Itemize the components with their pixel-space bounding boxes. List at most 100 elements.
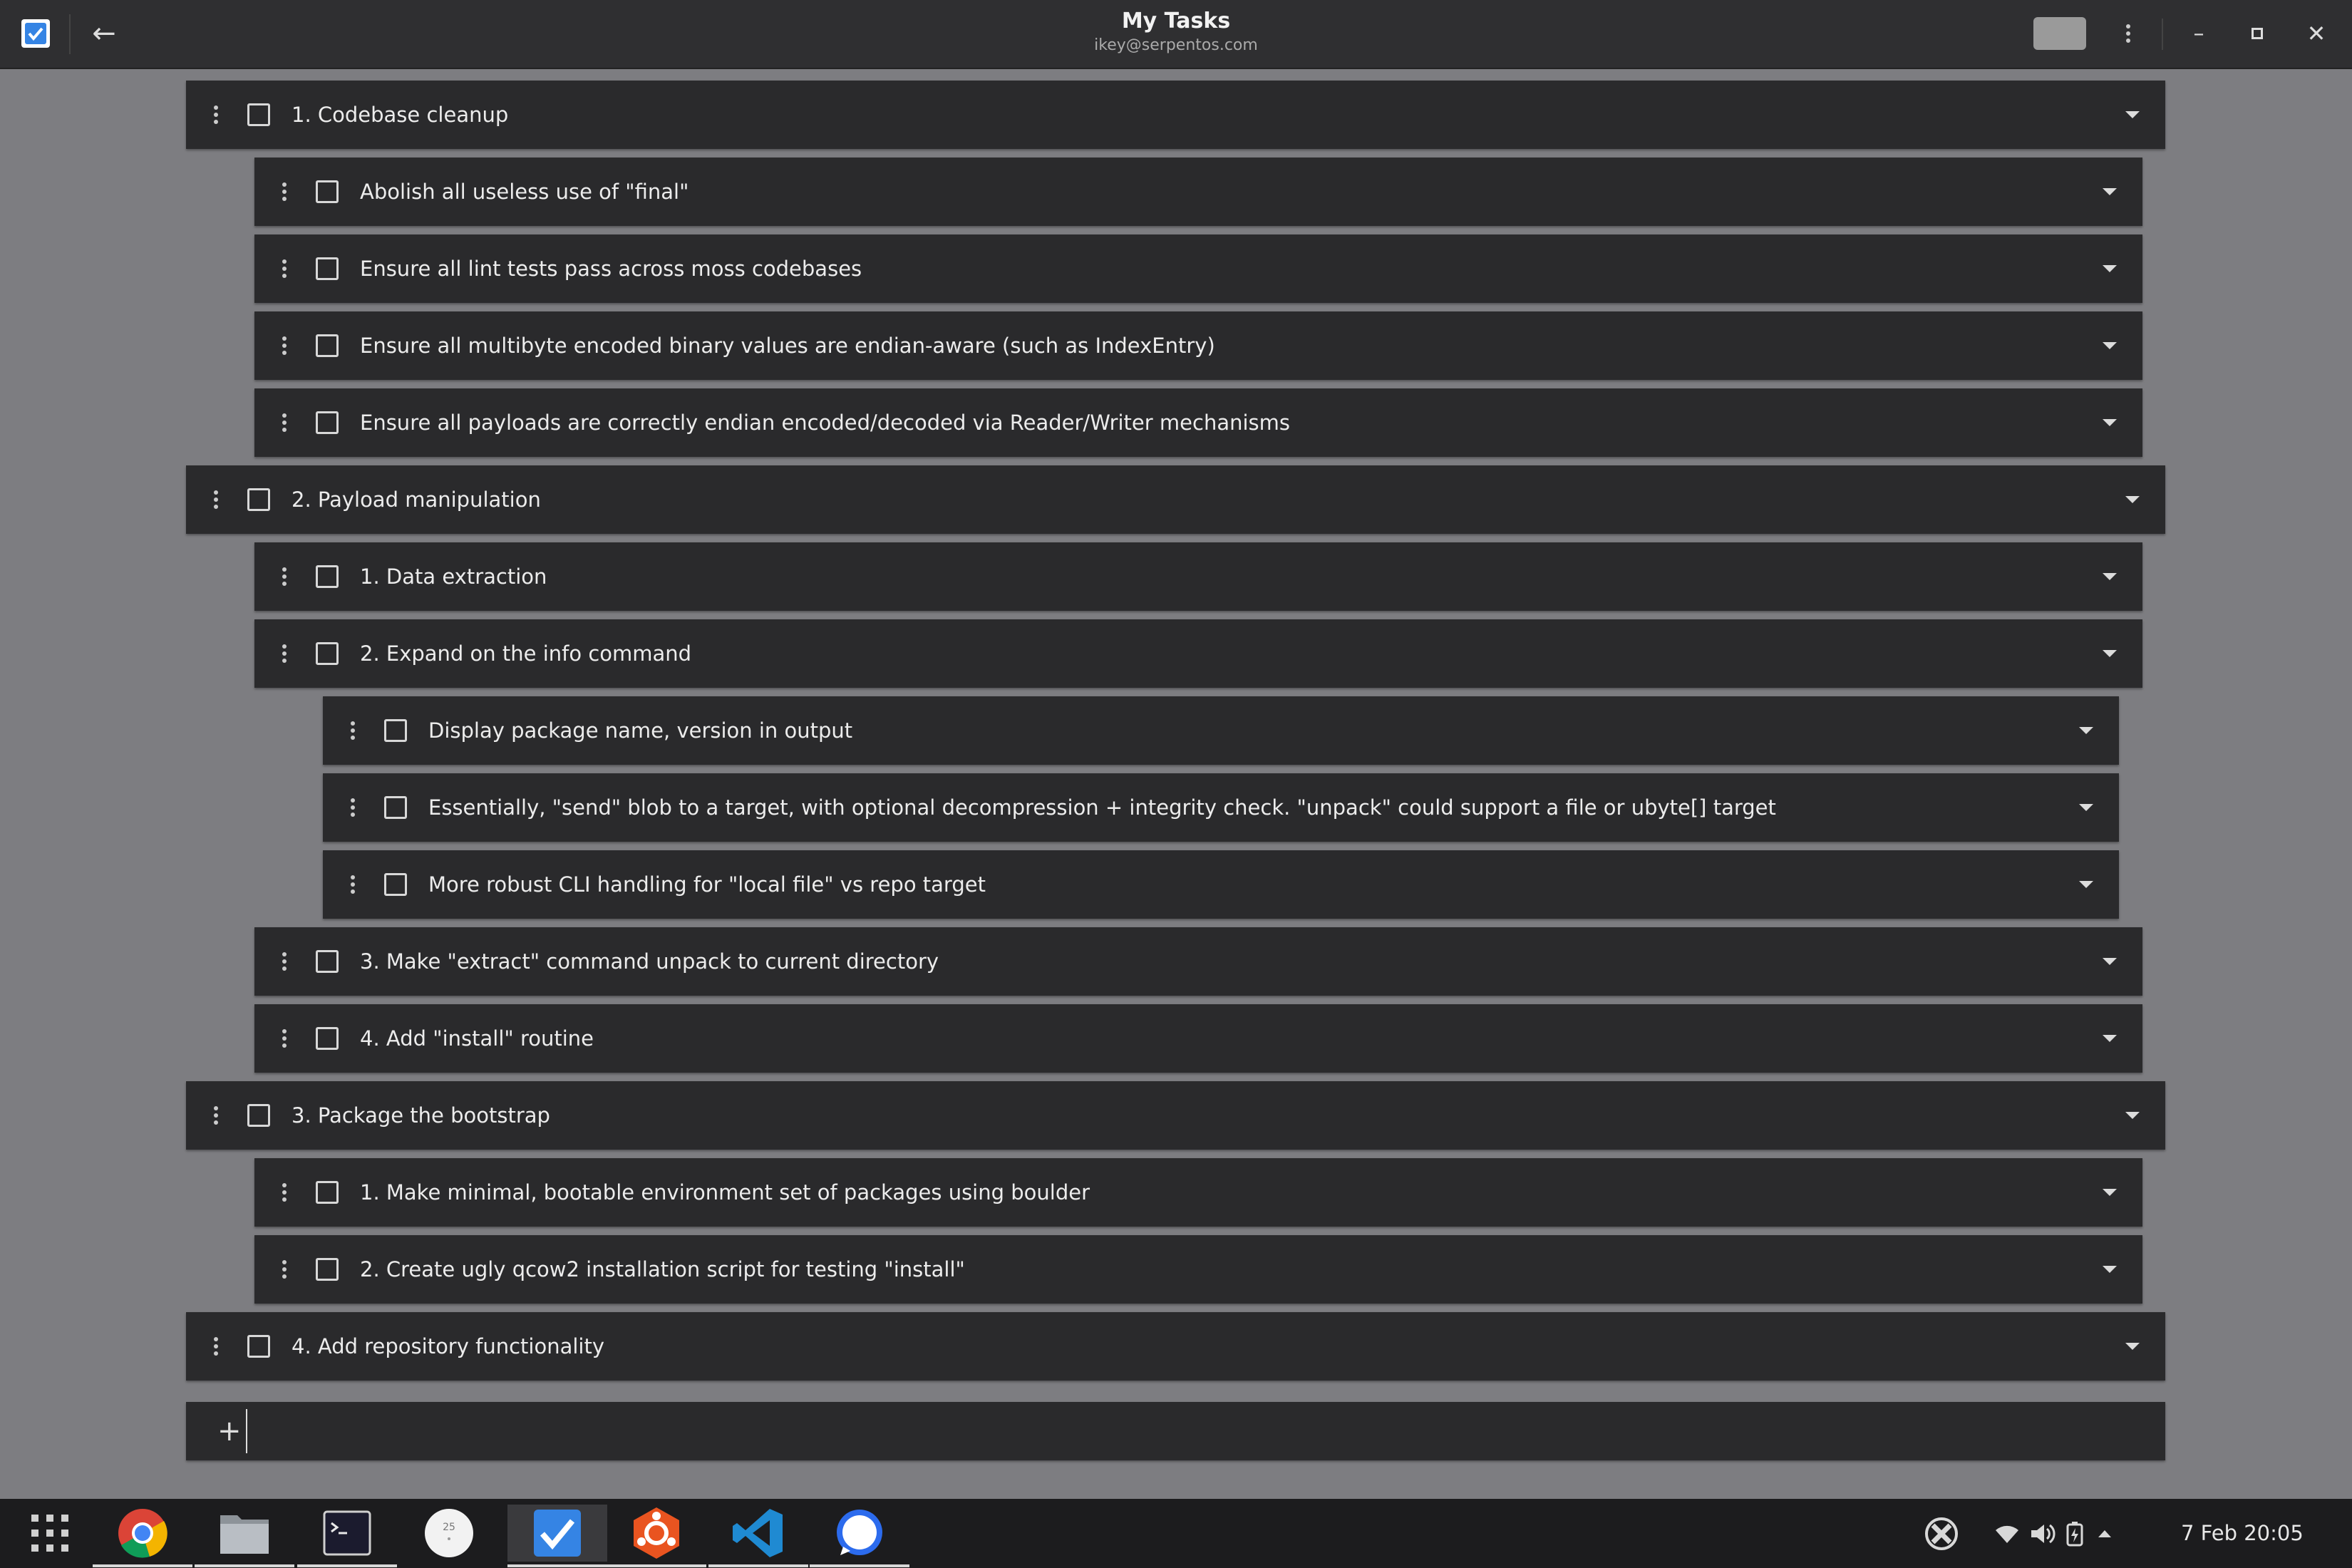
drag-handle-icon[interactable] [270,1017,299,1060]
taskbar-signal[interactable] [810,1505,909,1567]
expand-caret-icon[interactable] [2103,188,2117,195]
taskbar-terminal[interactable] [297,1505,397,1567]
drag-handle-icon[interactable] [270,247,299,290]
drag-handle-icon[interactable] [270,324,299,367]
drag-handle-icon[interactable] [270,632,299,675]
header-bar: ← My Tasks ikey@serpentos.com – ✕ [0,0,2352,69]
drag-handle-icon[interactable] [202,1094,230,1137]
new-task-row[interactable]: + [186,1402,2165,1460]
list-color-button[interactable] [2033,17,2086,50]
back-button[interactable]: ← [84,16,124,51]
task-row[interactable]: Ensure all multibyte encoded binary valu… [254,311,2142,380]
task-label: Essentially, "send" blob to a target, wi… [428,795,1776,820]
taskbar-files[interactable] [195,1505,294,1567]
task-row[interactable]: 2. Create ugly qcow2 installation script… [254,1235,2142,1304]
task-row[interactable]: 1. Data extraction [254,542,2142,611]
running-indicator [607,1564,706,1567]
new-task-input[interactable] [246,1409,2165,1453]
task-label: 2. Create ugly qcow2 installation script… [360,1257,965,1281]
task-row[interactable]: 3. Package the bootstrap [186,1081,2165,1150]
taskbar-chrome[interactable] [93,1505,192,1567]
drag-handle-icon[interactable] [202,1325,230,1368]
task-checkbox[interactable] [316,565,339,588]
task-row[interactable]: Abolish all useless use of "final" [254,158,2142,226]
close-button[interactable]: ✕ [2299,16,2334,51]
header-separator [69,14,71,54]
menu-icon[interactable] [2114,16,2142,51]
drag-handle-icon[interactable] [270,401,299,444]
task-checkbox[interactable] [247,103,270,126]
drag-handle-icon[interactable] [339,709,367,752]
task-row[interactable]: 4. Add "install" routine [254,1004,2142,1073]
task-row[interactable]: More robust CLI handling for "local file… [323,850,2119,919]
expand-caret-icon[interactable] [2125,111,2140,118]
taskbar-calendar[interactable]: 25 [399,1505,499,1562]
task-checkbox[interactable] [316,257,339,280]
expand-caret-icon[interactable] [2103,1189,2117,1196]
drag-handle-icon[interactable] [339,786,367,829]
task-label: Ensure all lint tests pass across moss c… [360,257,862,281]
expand-caret-icon[interactable] [2125,1112,2140,1119]
taskbar-vscode[interactable] [708,1505,808,1567]
task-row[interactable]: Ensure all payloads are correctly endian… [254,388,2142,457]
expand-caret-icon[interactable] [2125,496,2140,503]
expand-caret-icon[interactable] [2079,727,2093,734]
tray-expand-icon[interactable] [2098,1530,2111,1537]
task-row[interactable]: 1. Codebase cleanup [186,81,2165,149]
task-checkbox[interactable] [247,488,270,511]
header-separator-2 [2162,19,2163,50]
clock[interactable]: 7 Feb 20:05 [2181,1499,2304,1568]
expand-caret-icon[interactable] [2103,1035,2117,1042]
drag-handle-icon[interactable] [270,1171,299,1214]
task-checkbox[interactable] [384,796,407,819]
drag-handle-icon[interactable] [202,478,230,521]
task-checkbox[interactable] [316,334,339,357]
task-checkbox[interactable] [316,1181,339,1204]
battery-icon[interactable] [2065,1521,2084,1547]
drag-handle-icon[interactable] [202,93,230,136]
drag-handle-icon[interactable] [270,555,299,598]
task-checkbox[interactable] [384,873,407,896]
expand-caret-icon[interactable] [2103,958,2117,965]
task-checkbox[interactable] [316,950,339,973]
task-row[interactable]: Essentially, "send" blob to a target, wi… [323,773,2119,842]
expand-caret-icon[interactable] [2103,650,2117,657]
task-row[interactable]: Ensure all lint tests pass across moss c… [254,234,2142,303]
task-checkbox[interactable] [316,1027,339,1050]
wifi-icon[interactable] [1994,1523,2020,1544]
drag-handle-icon[interactable] [270,170,299,213]
minimize-button[interactable]: – [2181,16,2217,51]
task-row[interactable]: Display package name, version in output [323,696,2119,765]
maximize-button[interactable] [2239,16,2275,51]
task-checkbox[interactable] [316,411,339,434]
task-row[interactable]: 3. Make "extract" command unpack to curr… [254,927,2142,996]
expand-caret-icon[interactable] [2103,419,2117,426]
task-row[interactable]: 1. Make minimal, bootable environment se… [254,1158,2142,1227]
task-checkbox[interactable] [247,1104,270,1127]
task-checkbox[interactable] [316,1258,339,1281]
volume-icon[interactable] [2030,1522,2056,1545]
task-row[interactable]: 2. Payload manipulation [186,465,2165,534]
task-row[interactable]: 4. Add repository functionality [186,1312,2165,1381]
task-checkbox[interactable] [316,642,339,665]
expand-caret-icon[interactable] [2103,1266,2117,1273]
taskbar-ubuntu[interactable] [607,1505,706,1567]
drag-handle-icon[interactable] [339,863,367,906]
expand-caret-icon[interactable] [2079,881,2093,888]
crossover-icon[interactable] [1924,1517,1959,1551]
taskbar-tasks[interactable] [507,1505,607,1567]
expand-caret-icon[interactable] [2125,1343,2140,1350]
task-checkbox[interactable] [316,180,339,203]
task-row[interactable]: 2. Expand on the info command [254,619,2142,688]
drag-handle-icon[interactable] [270,940,299,983]
task-checkbox[interactable] [384,719,407,742]
task-checkbox[interactable] [247,1335,270,1358]
expand-caret-icon[interactable] [2103,573,2117,580]
task-label: 3. Make "extract" command unpack to curr… [360,949,939,974]
expand-caret-icon[interactable] [2103,265,2117,272]
expand-caret-icon[interactable] [2079,804,2093,811]
drag-handle-icon[interactable] [270,1248,299,1291]
app-grid-button[interactable] [0,1505,100,1562]
task-label: More robust CLI handling for "local file… [428,872,986,897]
expand-caret-icon[interactable] [2103,342,2117,349]
